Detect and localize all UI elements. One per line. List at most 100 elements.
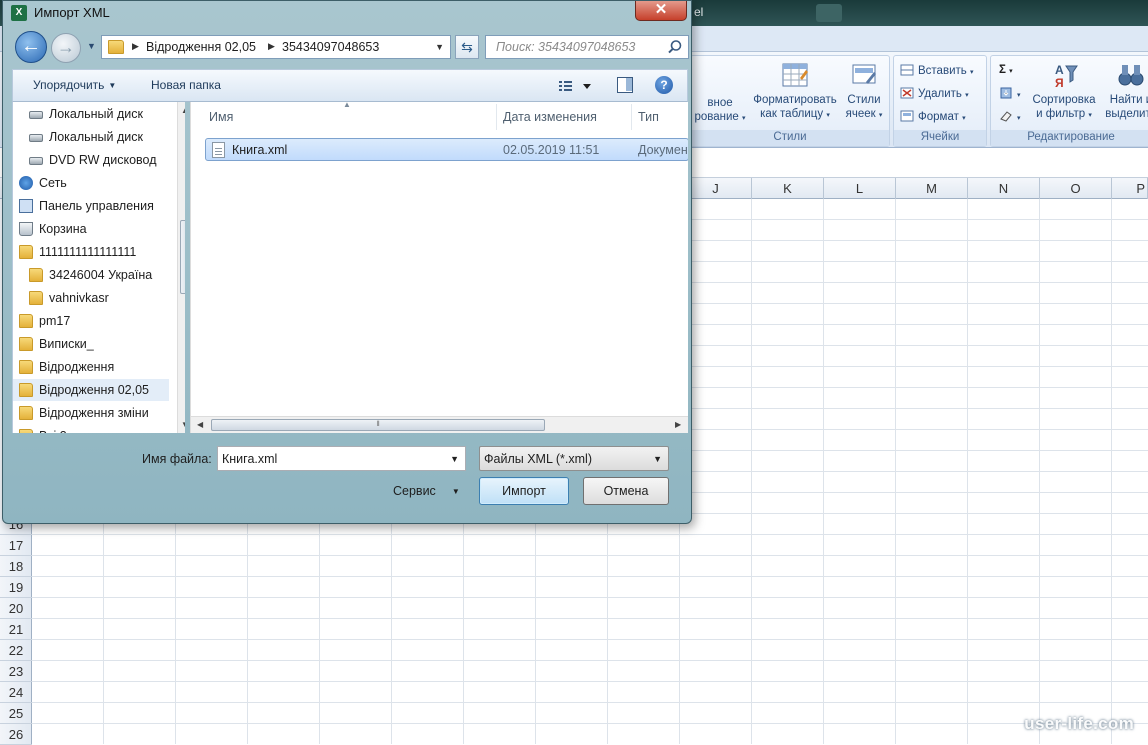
- column-header[interactable]: O: [1040, 178, 1112, 199]
- chevron-down-icon: ▼: [451, 487, 460, 496]
- filename-dropdown-icon[interactable]: ▼: [450, 454, 459, 464]
- forward-button[interactable]: →: [51, 33, 81, 63]
- file-list-horizontal-scrollbar[interactable]: ◀ ⦀ ▶: [191, 416, 688, 433]
- conditional-formatting-button[interactable]: вное рование ▾: [691, 96, 749, 126]
- navigation-pane-scrollbar[interactable]: ▲ ▼: [177, 102, 185, 433]
- address-bar[interactable]: ▶ Відродження 02,05 ▶ 35434097048653 ▼: [101, 35, 451, 59]
- close-icon: ✕: [654, 1, 668, 18]
- nav-item[interactable]: Корзина: [13, 218, 169, 240]
- nav-item[interactable]: Локальный диск: [13, 126, 169, 148]
- nav-item[interactable]: Відродження: [13, 356, 169, 378]
- breadcrumb-folder[interactable]: Відродження 02,05: [146, 40, 256, 54]
- breadcrumb-separator-icon[interactable]: ▶: [268, 41, 275, 52]
- nav-item[interactable]: Відродження 02,05: [13, 379, 169, 401]
- folder-icon: [29, 268, 43, 282]
- column-header[interactable]: N: [968, 178, 1040, 199]
- delete-cells-button[interactable]: Удалить ▾: [900, 87, 969, 103]
- conditional-formatting-line1: вное: [707, 97, 733, 109]
- nav-item-label: Виписки_: [39, 337, 94, 351]
- organize-button[interactable]: Упорядочить ▼: [33, 78, 116, 92]
- refresh-button[interactable]: ⇆: [455, 35, 479, 59]
- nav-item-label: Локальный диск: [49, 107, 143, 121]
- column-header[interactable]: P: [1112, 178, 1148, 199]
- cell-styles-button[interactable]: Стили ячеек ▾: [841, 60, 887, 123]
- folder-icon: [19, 337, 33, 351]
- column-type[interactable]: Тип: [638, 110, 659, 124]
- back-arrow-icon: ←: [21, 35, 41, 57]
- scroll-left-icon[interactable]: ◀: [197, 420, 203, 429]
- column-header[interactable]: M: [896, 178, 968, 199]
- nav-item[interactable]: Сеть: [13, 172, 169, 194]
- nav-item[interactable]: DVD RW дисковод: [13, 149, 169, 171]
- row-header[interactable]: 17: [0, 535, 32, 556]
- clear-icon[interactable]: ▾: [999, 110, 1021, 126]
- insert-cells-button[interactable]: Вставить ▾: [900, 64, 973, 80]
- scrollbar-thumb[interactable]: [180, 220, 185, 294]
- row-header[interactable]: 24: [0, 682, 32, 703]
- scroll-right-icon[interactable]: ▶: [675, 420, 681, 429]
- column-header[interactable]: L: [824, 178, 896, 199]
- cancel-button[interactable]: Отмена: [583, 477, 669, 505]
- back-button[interactable]: ←: [15, 31, 47, 63]
- refresh-icon: ⇆: [461, 39, 473, 55]
- column-name[interactable]: Имя: [209, 110, 233, 124]
- nav-item-label: 1111111111111111: [39, 245, 137, 259]
- nav-item[interactable]: Локальный диск: [13, 103, 169, 125]
- column-date-modified[interactable]: Дата изменения: [503, 110, 597, 124]
- column-divider[interactable]: [496, 104, 497, 130]
- drive-icon: [29, 134, 43, 142]
- search-icon[interactable]: [667, 39, 683, 55]
- nav-item[interactable]: 1111111111111111: [13, 241, 169, 263]
- breadcrumb-separator-icon[interactable]: ▶: [132, 41, 139, 52]
- preview-pane-icon[interactable]: [617, 77, 633, 93]
- row-header[interactable]: 20: [0, 598, 32, 619]
- excel-title-control[interactable]: [816, 4, 842, 22]
- nav-item-label: Відродження: [39, 360, 115, 374]
- dialog-title-bar[interactable]: X Импорт XML ✕: [3, 1, 691, 25]
- nav-item[interactable]: vahnivkasr: [13, 287, 169, 309]
- folder-icon: [19, 429, 33, 433]
- autosum-icon[interactable]: Σ ▾: [999, 63, 1013, 79]
- filename-input[interactable]: Книга.xml ▼: [217, 446, 466, 471]
- conditional-formatting-line2: рование: [694, 111, 739, 123]
- close-button[interactable]: ✕: [635, 1, 687, 21]
- nav-item[interactable]: Виписки_: [13, 333, 169, 355]
- breadcrumb-current-folder[interactable]: 35434097048653: [282, 40, 379, 54]
- file-row[interactable]: Книга.xml 02.05.2019 11:51 Документ XML: [205, 138, 688, 161]
- row-header[interactable]: 23: [0, 661, 32, 682]
- nav-item[interactable]: Вхі 3: [13, 425, 169, 433]
- format-as-table-button[interactable]: Форматировать как таблицу ▾: [749, 60, 841, 123]
- scroll-down-icon[interactable]: ▼: [181, 420, 185, 429]
- row-header[interactable]: 25: [0, 703, 32, 724]
- command-toolbar: Упорядочить ▼ Новая папка ?: [12, 69, 688, 102]
- row-header[interactable]: 26: [0, 724, 32, 745]
- row-header[interactable]: 22: [0, 640, 32, 661]
- nav-item[interactable]: pm17: [13, 310, 169, 332]
- change-view-icon[interactable]: [557, 77, 597, 95]
- scrollbar-thumb[interactable]: ⦀: [211, 419, 545, 431]
- address-dropdown-icon[interactable]: ▼: [435, 42, 444, 52]
- nav-item[interactable]: Відродження зміни: [13, 402, 169, 424]
- insert-cells-label: Вставить: [918, 65, 967, 77]
- format-cells-button[interactable]: Формат ▾: [900, 110, 966, 126]
- search-input[interactable]: Поиск: 35434097048653: [485, 35, 689, 59]
- sort-filter-button[interactable]: А Я Сортировка и фильтр ▾: [1029, 60, 1099, 123]
- tools-menu-button[interactable]: Сервис ▼: [393, 484, 460, 498]
- column-divider[interactable]: [631, 104, 632, 130]
- fill-icon[interactable]: ▾: [999, 87, 1021, 103]
- recent-pages-dropdown[interactable]: ▼: [87, 41, 96, 51]
- row-header[interactable]: 18: [0, 556, 32, 577]
- file-type-select[interactable]: Файлы XML (*.xml) ▼: [479, 446, 669, 471]
- help-icon[interactable]: ?: [655, 76, 673, 94]
- scroll-up-icon[interactable]: ▲: [181, 106, 185, 115]
- nav-item[interactable]: Панель управления: [13, 195, 169, 217]
- import-button[interactable]: Импорт: [479, 477, 569, 505]
- new-folder-button[interactable]: Новая папка: [151, 78, 221, 92]
- nav-item[interactable]: 34246004 Україна: [13, 264, 169, 286]
- row-header[interactable]: 19: [0, 577, 32, 598]
- filename-label: Имя файла:: [142, 452, 212, 466]
- binoculars-icon: [1118, 65, 1144, 86]
- row-header[interactable]: 21: [0, 619, 32, 640]
- find-select-button[interactable]: Найти и выделить: [1101, 60, 1148, 121]
- column-header[interactable]: K: [752, 178, 824, 199]
